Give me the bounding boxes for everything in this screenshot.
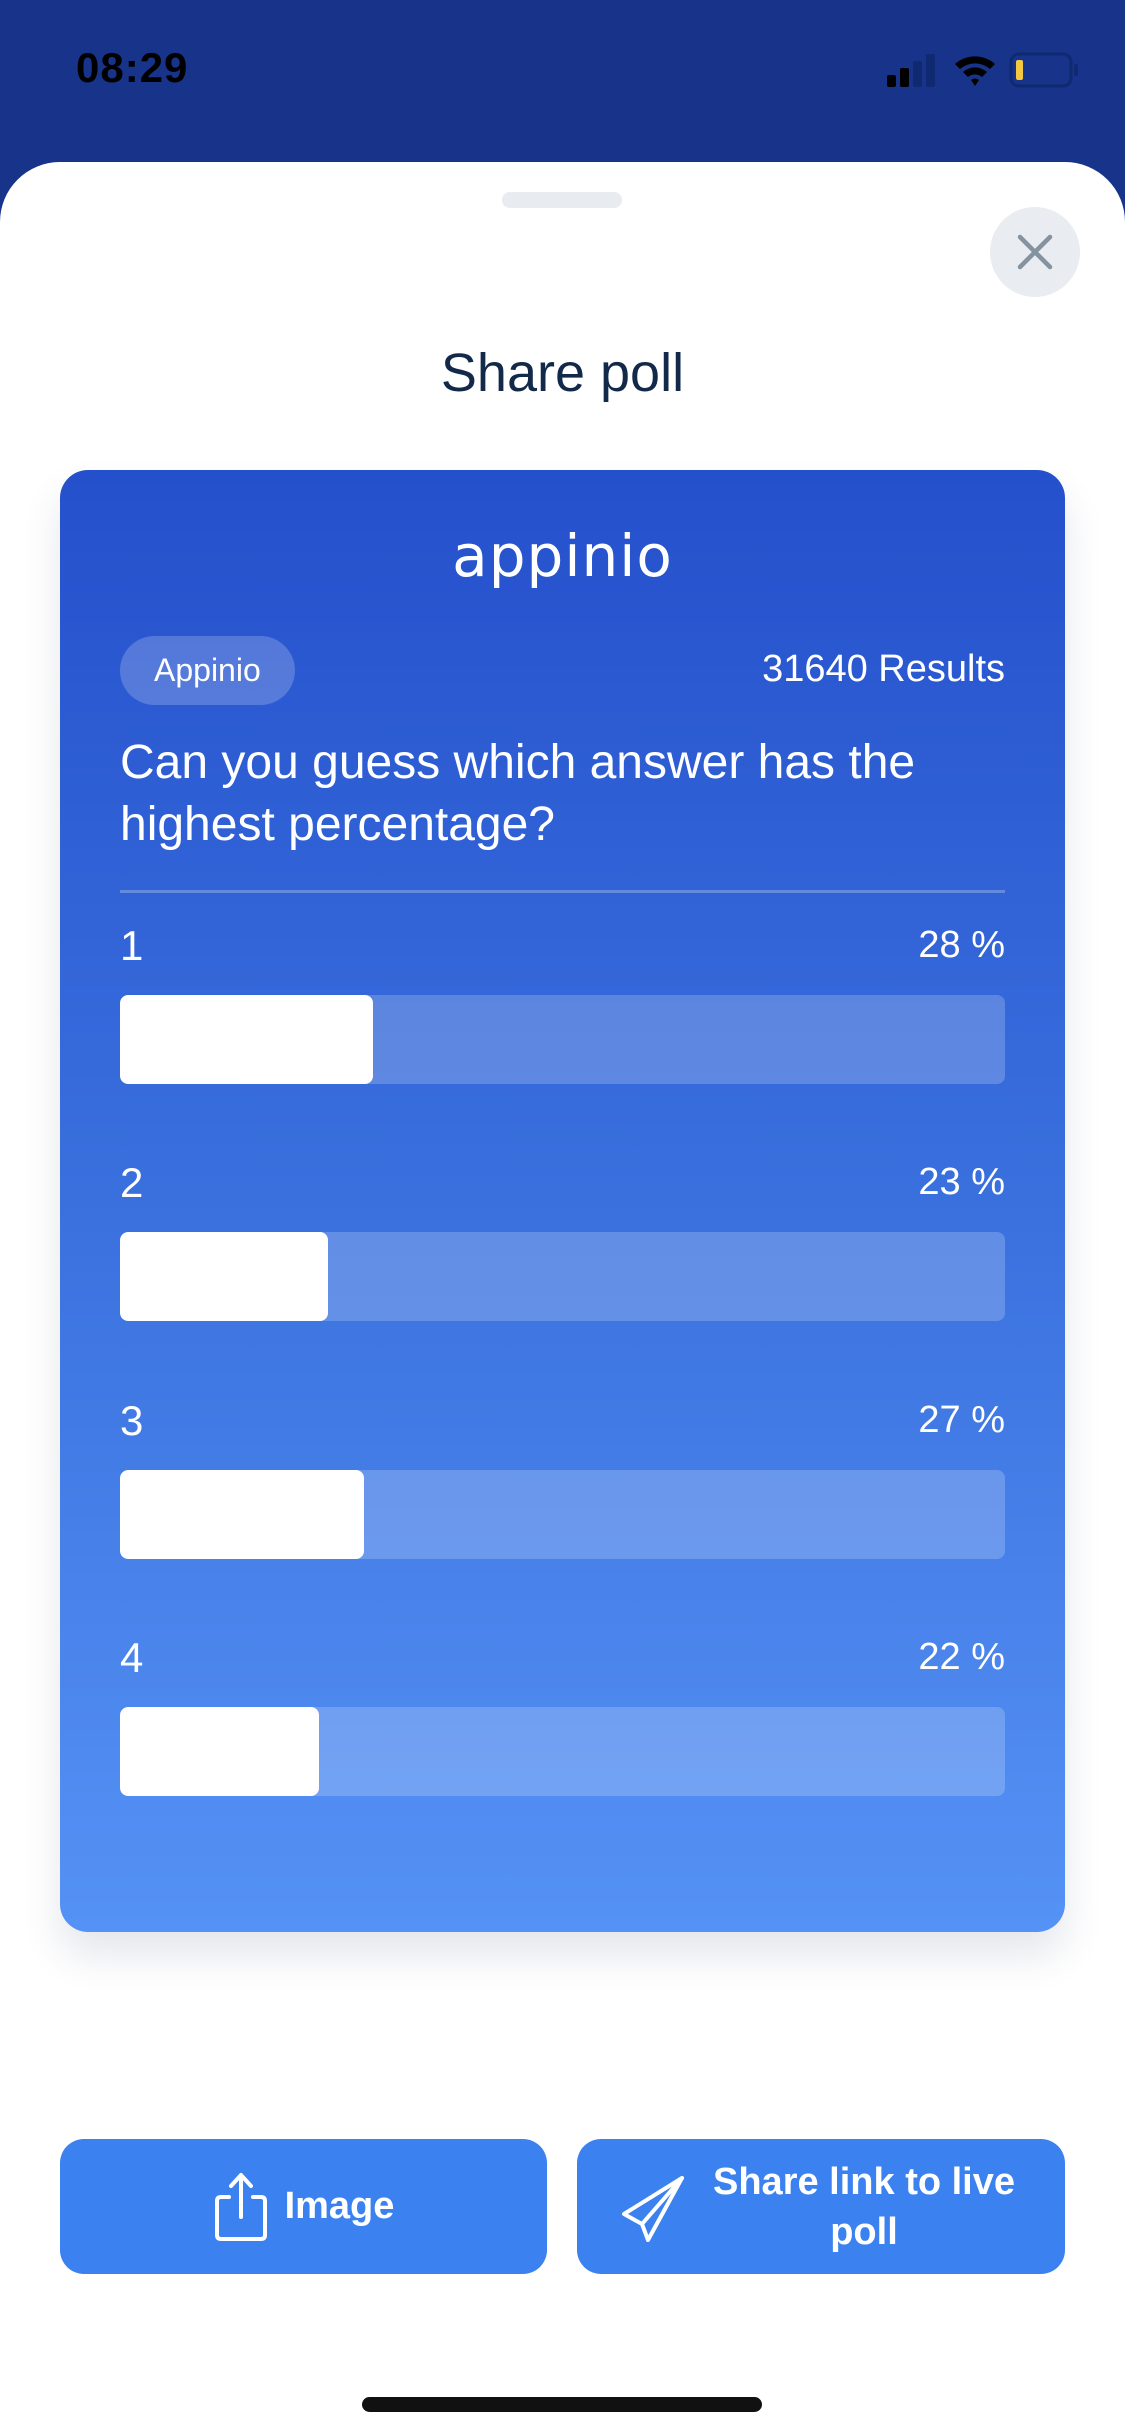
paper-plane-icon (622, 2175, 684, 2242)
option-bar-fill (120, 1707, 319, 1796)
share-link-button[interactable]: Share link to live poll (577, 2139, 1065, 2274)
option-label: 3 (120, 1397, 144, 1444)
option-label: 1 (120, 922, 144, 969)
option-label: 4 (120, 1634, 144, 1681)
close-button[interactable] (990, 207, 1080, 297)
option-bar-fill (120, 1470, 364, 1559)
option-bar-track (120, 1470, 1005, 1559)
poll-option: 1 28 % (120, 922, 1005, 1142)
option-percent: 27 % (918, 1399, 1005, 1441)
appinio-logo: appinio (452, 522, 673, 590)
option-bar-track (120, 995, 1005, 1084)
option-label: 2 (120, 1159, 144, 1206)
divider (120, 890, 1005, 893)
poll-option: 2 23 % (120, 1159, 1005, 1379)
share-image-label: Image (284, 2185, 395, 2227)
author-chip: Appinio (120, 636, 295, 705)
option-percent: 22 % (918, 1636, 1005, 1678)
share-image-button[interactable]: Image (60, 2139, 547, 2274)
results-count: 31640 Results (762, 648, 1005, 690)
page-title: Share poll (440, 343, 685, 403)
poll-question: Can you guess which answer has the highe… (120, 736, 916, 851)
option-bar-track (120, 1707, 1005, 1796)
poll-option: 4 22 % (120, 1634, 1005, 1854)
option-bar-track (120, 1232, 1005, 1321)
option-percent: 28 % (918, 924, 1005, 966)
poll-card: appinio Appinio 31640 Results Can you gu… (60, 470, 1065, 1932)
option-percent: 23 % (918, 1161, 1005, 1203)
poll-option: 3 27 % (120, 1397, 1005, 1617)
status-time: 08:29 (76, 44, 189, 91)
battery-icon (1009, 52, 1078, 88)
option-bar-fill (120, 1232, 328, 1321)
status-icons (885, 50, 1081, 90)
home-indicator[interactable] (362, 2397, 762, 2412)
share-sheet: Share poll appinio Appinio 31640 Results… (0, 162, 1125, 2436)
close-icon (1017, 234, 1053, 270)
share-link-label: Share link to live poll (713, 2160, 1015, 2253)
option-bar-fill (120, 995, 373, 1084)
status-bar: 08:29 (0, 0, 1125, 162)
share-upload-icon (214, 2172, 267, 2241)
wifi-icon (955, 56, 995, 86)
sheet-grabber[interactable] (502, 192, 622, 208)
signal-icon (887, 54, 935, 87)
